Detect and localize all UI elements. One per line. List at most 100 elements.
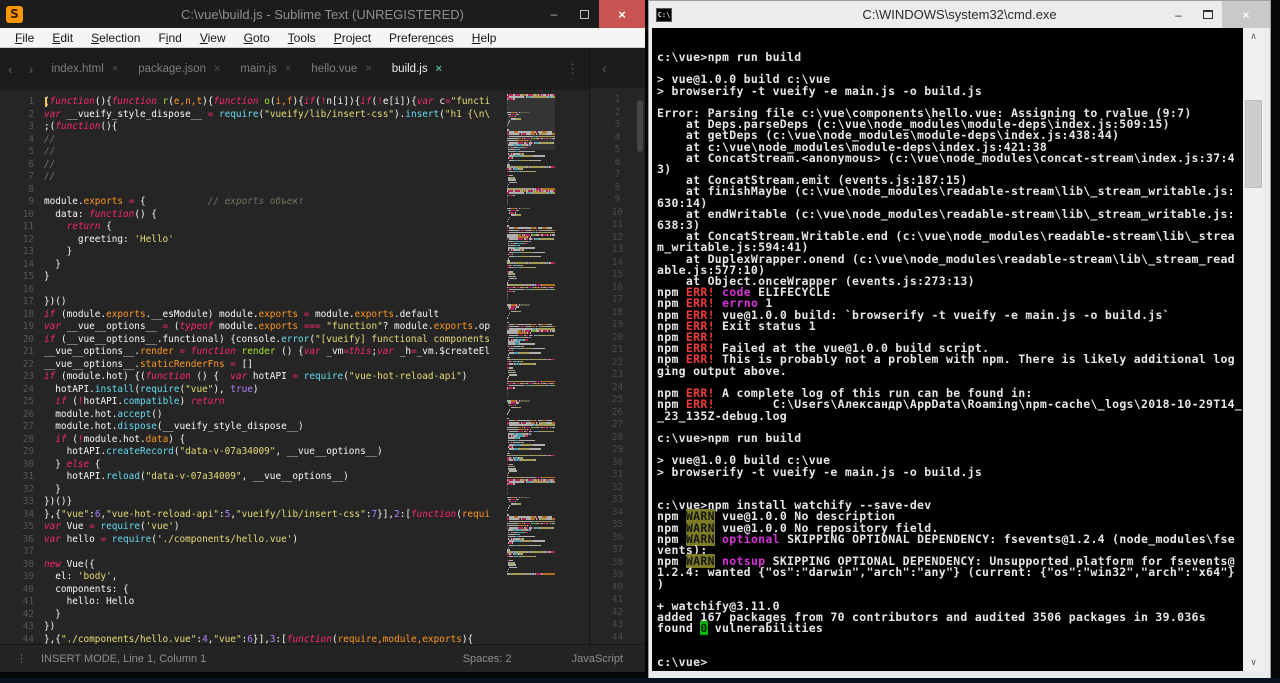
code-line: } <box>44 258 61 270</box>
console-output[interactable]: c:\vue>npm run build > vue@1.0.0 build c… <box>652 28 1243 671</box>
line-number: 11 <box>22 221 34 232</box>
status-menu-icon[interactable]: ⋮ <box>0 652 41 665</box>
line-number: 26 <box>22 408 34 420</box>
line-number: 10 <box>611 206 624 218</box>
menu-item-edit[interactable]: Edit <box>43 28 82 48</box>
tab-overflow-icon[interactable]: ⋮ <box>566 61 579 77</box>
status-indent[interactable]: Spaces: 2 <box>463 653 512 665</box>
sublime-titlebar[interactable]: S C:\vue\build.js - Sublime Text (UNREGI… <box>0 0 645 28</box>
console-line: npm WARN optional SKIPPING OPTIONAL DEPE… <box>657 531 1235 546</box>
tab-index.html[interactable]: index.html × <box>41 48 128 90</box>
tab-build.js[interactable]: build.js × <box>382 48 452 90</box>
cmd-close-button[interactable]: × <box>1222 1 1270 28</box>
cmd-titlebar[interactable]: C:\ C:\WINDOWS\system32\cmd.exe – × <box>649 1 1270 28</box>
tab-close-icon[interactable]: × <box>214 63 220 75</box>
line-number: 32 <box>611 481 624 493</box>
line-number: 30 <box>22 458 34 470</box>
status-bar: ⋮ INSERT MODE, Line 1, Column 1 Spaces: … <box>0 644 645 672</box>
code-line: },{"./components/hello.vue":4,"vue":6}],… <box>44 633 474 645</box>
tabs-scroll-left-icon[interactable]: ‹ <box>0 61 21 77</box>
line-number: 38 <box>22 558 34 570</box>
menu-bar: File Edit Selection Find View Goto Tools Projec… <box>0 28 645 48</box>
line-number: 41 <box>22 596 34 607</box>
editor-scroll-track[interactable] <box>555 90 589 644</box>
code-line: components: { <box>44 583 129 595</box>
menu-item-goto[interactable]: Goto <box>235 28 279 48</box>
minimize-button[interactable]: – <box>539 0 569 28</box>
tab-hello.vue[interactable]: hello.vue × <box>301 48 381 90</box>
line-number: 7 <box>28 171 34 182</box>
menu-item-view[interactable]: View <box>191 28 235 48</box>
console-line: c:\vue> <box>657 654 708 669</box>
line-number: 27 <box>611 419 624 430</box>
tab-close-icon[interactable]: × <box>436 63 442 75</box>
tab-close-icon[interactable]: × <box>112 63 118 75</box>
code-line: var __vue__options__ = (typeof module.ex… <box>44 321 491 332</box>
line-number: 42 <box>22 608 34 620</box>
code-line: el: 'body', <box>44 571 118 582</box>
menu-item-find[interactable]: Find <box>149 28 190 48</box>
menu-item-project[interactable]: Project <box>325 28 380 48</box>
console-scrollbar-thumb[interactable] <box>1245 100 1262 188</box>
tab-package.json[interactable]: package.json × <box>128 48 230 90</box>
code-area[interactable]: (function(){function r(e,n,t){function o… <box>44 90 507 644</box>
menu-item-preferences[interactable]: Preferences <box>380 28 463 48</box>
line-number: 12 <box>22 233 34 245</box>
code-line: if (!hotAPI.compatible) return <box>55 396 225 407</box>
maximize-icon <box>579 9 589 19</box>
menu-item-tools[interactable]: Tools <box>279 28 325 48</box>
maximize-button[interactable] <box>569 0 599 28</box>
line-number: 6 <box>614 156 621 168</box>
tab-label: hello.vue <box>311 63 358 75</box>
line-number: 19 <box>611 319 624 330</box>
menu-item-help[interactable]: Help <box>463 28 506 48</box>
sublime-window: S C:\vue\build.js - Sublime Text (UNREGI… <box>0 0 645 672</box>
line-number: 3 <box>28 121 34 132</box>
tab-bar: ‹ › index.html × package.json × main.js × hell… <box>0 48 589 90</box>
line-number: 33 <box>22 496 34 507</box>
cmd-minimize-button[interactable]: – <box>1164 1 1193 28</box>
minimap[interactable] <box>507 94 555 644</box>
code-line: hotAPI.reload("data-v-07a34009", __vue__… <box>44 471 349 482</box>
sublime-logo-icon: S <box>6 5 23 23</box>
tab-close-icon[interactable]: × <box>285 63 291 75</box>
menu-item-selection[interactable]: Selection <box>82 28 149 48</box>
line-number: 29 <box>22 446 34 457</box>
line-number: 28 <box>611 431 624 443</box>
close-button[interactable]: × <box>599 0 645 28</box>
code-line: // <box>44 158 56 170</box>
line-number: 20 <box>22 333 34 345</box>
tab-main.js[interactable]: main.js × <box>230 48 301 90</box>
scroll-down-icon[interactable]: ∨ <box>1243 654 1264 671</box>
tabs-scroll-right-icon[interactable]: › <box>21 61 42 77</box>
line-number: 43 <box>22 621 34 632</box>
menu-item-file[interactable]: File <box>6 28 43 48</box>
line-number: 32 <box>22 483 34 495</box>
line-number: 22 <box>611 356 624 368</box>
line-number: 18 <box>611 306 624 318</box>
chevron-left-icon[interactable]: ‹ <box>602 60 607 76</box>
line-number: 13 <box>611 244 624 255</box>
scroll-up-icon[interactable]: ∧ <box>1243 28 1264 45</box>
line-number: 15 <box>22 271 34 282</box>
line-number: 19 <box>22 321 34 332</box>
cmd-maximize-icon <box>1202 10 1213 19</box>
secondary-pane-gutter[interactable]: 1 2 3 4 5 6 7 8 9 10 11 12 13 14 15 16 17 18 19 20 21 22 23 24 2… <box>590 88 645 644</box>
console-line: _23_135Z-debug.log <box>657 408 788 423</box>
tab-label: package.json <box>138 63 206 75</box>
console-line: > browserify -t vueify -e main.js -o bui… <box>657 83 983 98</box>
line-number: 29 <box>611 444 624 455</box>
cmd-maximize-button[interactable] <box>1193 1 1222 28</box>
secondary-pane-scrollbar[interactable] <box>637 100 643 152</box>
code-editor[interactable]: 1 2 3 4 5 6 7 8 9 10 11 12 13 14 15 16 17 18 19 20 21 22 23 24 2… <box>0 90 589 644</box>
status-syntax[interactable]: JavaScript <box>572 653 623 665</box>
line-number: 13 <box>22 246 34 257</box>
console-scrollbar[interactable]: ∧ ∨ <box>1243 28 1264 671</box>
line-number: 31 <box>611 469 624 480</box>
tab-close-icon[interactable]: × <box>365 63 371 75</box>
line-number: 21 <box>22 346 34 357</box>
code-line: })() <box>44 296 67 307</box>
